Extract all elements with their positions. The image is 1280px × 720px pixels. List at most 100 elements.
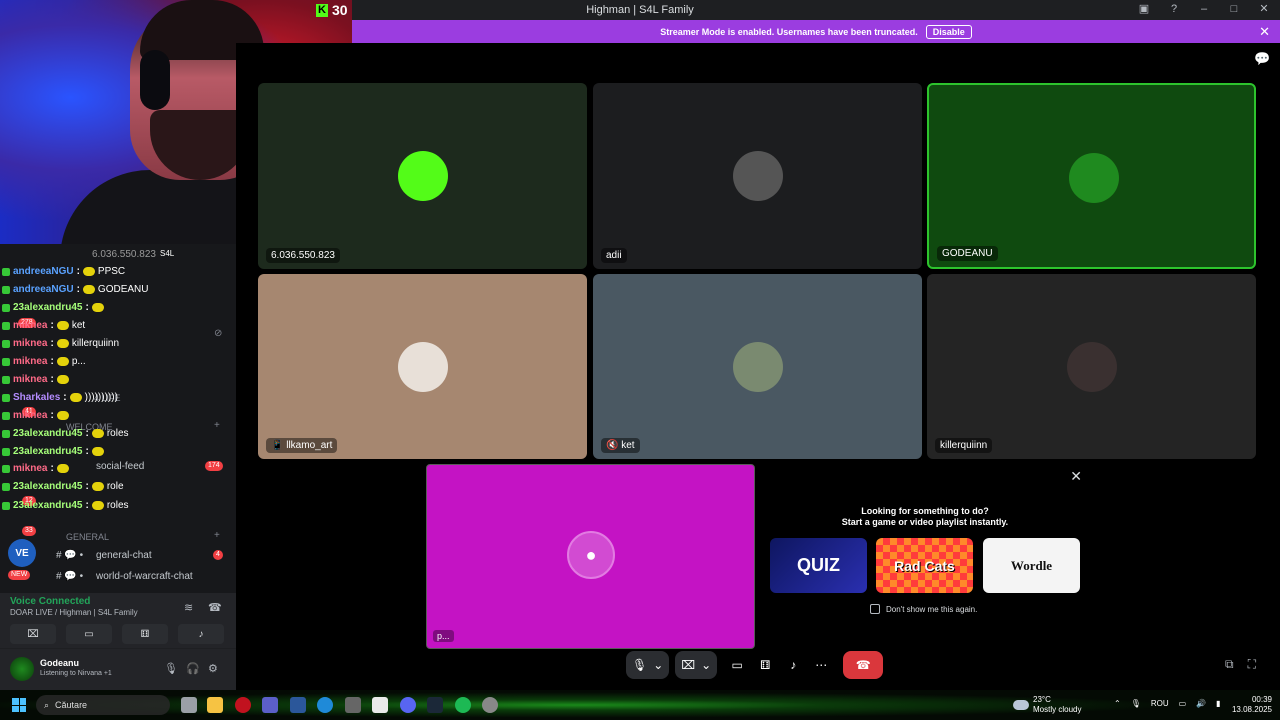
emote-icon <box>56 411 69 420</box>
close-window-button[interactable]: ✕ <box>1256 2 1272 15</box>
participant-tile[interactable]: 🔇 ket <box>593 274 922 459</box>
hangup-button[interactable]: ☎ <box>843 651 884 679</box>
server-mention-badge: 33 <box>22 526 36 536</box>
participant-name: GODEANU <box>937 246 998 261</box>
screenshare-icon[interactable]: ▭ <box>723 651 751 679</box>
steam-icon[interactable] <box>427 697 443 713</box>
add-channel-icon[interactable]: + <box>214 420 220 431</box>
emote-icon <box>82 285 95 294</box>
chat-message: 23alexandru45: <box>2 302 107 313</box>
emote-icon <box>69 393 82 402</box>
channel-general-chat[interactable]: general-chat <box>96 550 152 561</box>
camera-off-button[interactable]: ⌧ <box>10 624 56 644</box>
disconnect-icon[interactable]: ☎ <box>208 601 222 614</box>
inbox-icon[interactable]: ▣ <box>1136 2 1152 15</box>
language-indicator[interactable]: ROU <box>1151 699 1169 708</box>
avatar[interactable] <box>10 657 34 681</box>
file-explorer-icon[interactable] <box>207 697 223 713</box>
new-badge: NEW <box>8 570 31 580</box>
weather-widget[interactable]: 23°C Mostly cloudy <box>1013 695 1081 715</box>
participant-tile-speaking[interactable]: GODEANU <box>927 83 1256 269</box>
edge-icon[interactable] <box>317 697 333 713</box>
chat-message: andreeaNGU: GODEANU <box>2 284 148 295</box>
emote-icon <box>56 357 69 366</box>
soundboard-button[interactable]: ♪ <box>178 624 224 644</box>
wordle-card[interactable]: Wordle <box>983 538 1080 593</box>
rad-cats-card[interactable]: Rad Cats <box>876 538 973 593</box>
participant-tile[interactable]: adii <box>593 83 922 269</box>
start-button[interactable] <box>12 698 26 712</box>
headphones-icon[interactable]: 🎧 <box>186 662 200 675</box>
help-icon[interactable]: ? <box>1166 3 1182 15</box>
add-channel-icon[interactable]: + <box>214 530 220 541</box>
chat-username: 23alexandru45 <box>13 446 83 457</box>
word-icon[interactable] <box>290 697 306 713</box>
chat-message: miknea: p... <box>2 356 86 367</box>
participant-name: 🔇 ket <box>601 438 640 453</box>
chat-bubble-icon[interactable]: 💬 <box>1254 51 1270 66</box>
chat-message: miknea: ket <box>2 320 85 331</box>
more-icon[interactable]: ⋯ <box>807 651 835 679</box>
popout-icon[interactable]: ⧉ <box>1225 657 1234 672</box>
user-name[interactable]: Godeanu <box>40 658 79 668</box>
category-general[interactable]: GENERAL <box>66 532 109 542</box>
chevron-down-icon[interactable]: ⌄ <box>701 651 711 679</box>
server-icon[interactable]: VE <box>8 539 36 567</box>
subscriber-badge-icon <box>2 464 10 473</box>
app-icon[interactable] <box>345 697 361 713</box>
participant-name: 6.036.550.823 <box>266 248 340 263</box>
discord-icon[interactable] <box>400 697 416 713</box>
camera-off-icon[interactable]: ⌧ <box>681 651 695 679</box>
noise-suppression-icon[interactable]: ≋ <box>184 601 193 614</box>
store-icon[interactable] <box>372 697 388 713</box>
microphone-icon[interactable]: 🎙 <box>1131 699 1141 708</box>
chat-username: 23alexandru45 <box>13 481 83 492</box>
microphone-icon[interactable]: 🎙 <box>632 651 647 679</box>
volume-icon[interactable]: 🔊 <box>1196 699 1206 708</box>
spotify-icon[interactable] <box>455 697 471 713</box>
chat-message: Sharkales:)))))))))) <box>2 392 118 403</box>
activity-button[interactable]: ⚅ <box>122 624 168 644</box>
subscriber-badge-icon <box>2 447 10 456</box>
chat-username: miknea <box>13 338 48 349</box>
kick-icon: K <box>316 3 328 17</box>
teams-icon[interactable] <box>262 697 278 713</box>
participant-tile[interactable]: killerquiinn <box>927 274 1256 459</box>
taskbar-search[interactable]: ⌕ Căutare <box>36 695 170 715</box>
quiz-planet-card[interactable]: QUIZ <box>770 538 867 593</box>
opera-icon[interactable] <box>235 697 251 713</box>
chevron-up-icon[interactable]: ⌃ <box>1114 699 1121 708</box>
task-view-icon[interactable] <box>181 697 197 713</box>
disable-streamer-mode-button[interactable]: Disable <box>925 24 972 39</box>
close-banner-icon[interactable]: ✕ <box>1259 24 1270 40</box>
channel-world-of-warcraft-chat[interactable]: world-of-warcraft-chat <box>96 571 193 582</box>
obs-icon[interactable] <box>482 697 498 713</box>
network-icon[interactable]: ▭ <box>1179 699 1187 708</box>
maximize-button[interactable]: □ <box>1226 3 1242 15</box>
participant-tile[interactable]: 📱 llkamo_art <box>258 274 587 459</box>
gamepad-icon[interactable]: ⚅ <box>751 651 779 679</box>
microphone-icon[interactable]: 🎙 <box>164 662 178 675</box>
chat-message: 23alexandru45: <box>2 446 107 457</box>
participant-tile[interactable]: 6.036.550.823 <box>258 83 587 269</box>
screenshare-button[interactable]: ▭ <box>66 624 112 644</box>
clock[interactable]: 00:39 13.08.2025 <box>1230 695 1272 715</box>
soundboard-icon[interactable]: ♪ <box>779 651 807 679</box>
settings-gear-icon[interactable]: ⚙ <box>208 662 218 675</box>
close-icon[interactable]: ✕ <box>1070 468 1082 485</box>
channel-social-feed[interactable]: social-feed <box>96 461 144 472</box>
voice-channel-name[interactable]: DOAR LIVE / Highman | S4L Family <box>10 608 138 617</box>
battery-icon[interactable]: ▮ <box>1216 699 1220 708</box>
subscriber-badge-icon <box>2 411 10 420</box>
chat-text: roles <box>106 500 129 511</box>
system-tray: ⌃ 🎙 ROU ▭ 🔊 ▮ <box>1114 699 1221 708</box>
focused-participant-tile[interactable]: ● p... <box>426 464 755 649</box>
checkbox-icon[interactable] <box>870 604 880 614</box>
minimize-button[interactable]: – <box>1196 3 1212 15</box>
fullscreen-icon[interactable]: ⛶ <box>1248 657 1256 672</box>
subscriber-badge-icon <box>2 321 10 330</box>
chevron-down-icon[interactable]: ⌄ <box>653 651 663 679</box>
dont-show-again-checkbox[interactable]: Don't show me this again. <box>870 604 977 614</box>
chat-username: 23alexandru45 <box>13 302 83 313</box>
emote-icon <box>91 447 104 456</box>
